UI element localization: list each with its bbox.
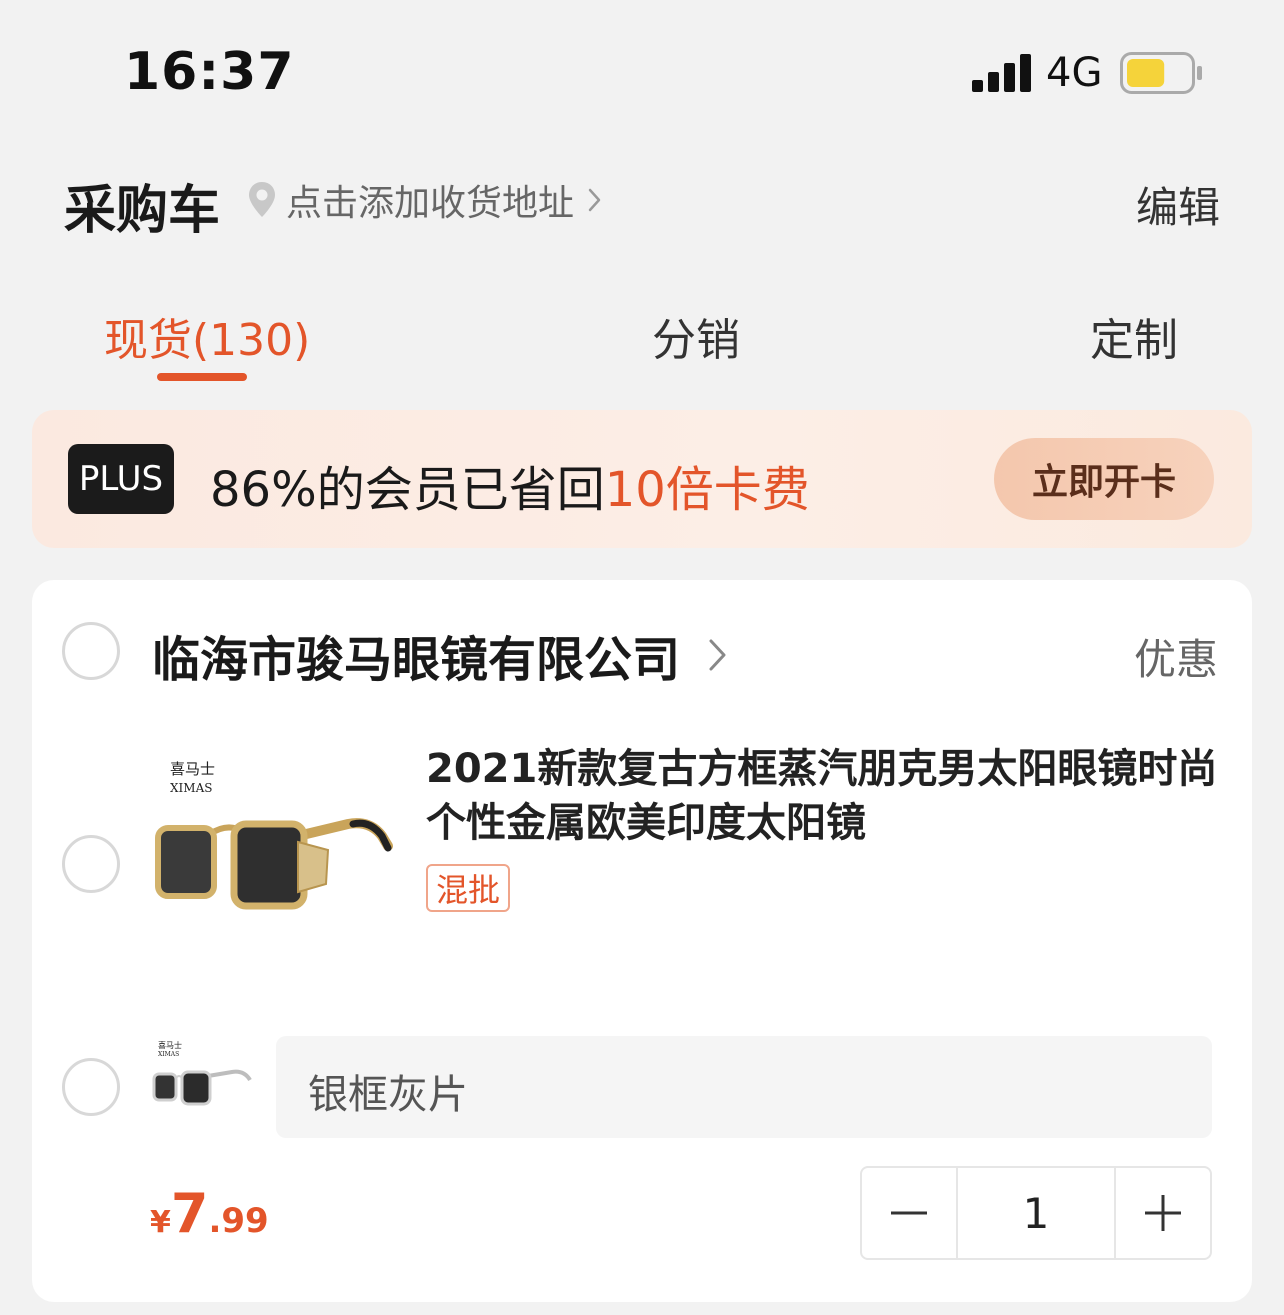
plus-promo-text: 86%的会员已省回10倍卡费: [210, 450, 810, 520]
minus-icon: [891, 1211, 927, 1215]
sku-thumbnail[interactable]: 喜马士 XIMAS: [148, 1034, 258, 1124]
plus-promo-highlight: 10倍卡费: [604, 462, 810, 518]
mixed-batch-tag: 混批: [426, 864, 511, 912]
svg-text:喜马士: 喜马士: [158, 1040, 182, 1050]
address-selector[interactable]: 点击添加收货地址: [246, 178, 608, 224]
product-title[interactable]: 2021新款复古方框蒸汽朋克男太阳眼镜时尚个性金属欧美印度太阳镜: [426, 742, 1226, 850]
sku-price: ¥7.99: [150, 1182, 269, 1245]
svg-text:XIMAS: XIMAS: [170, 781, 212, 795]
page-title: 采购车: [64, 181, 221, 241]
decrease-quantity-button[interactable]: [862, 1168, 956, 1258]
svg-text:喜马士: 喜马士: [170, 760, 215, 778]
increase-quantity-button[interactable]: [1116, 1168, 1210, 1258]
svg-text:XIMAS: XIMAS: [158, 1051, 179, 1058]
shop-select-radio[interactable]: [62, 622, 120, 680]
shop-name-link[interactable]: 临海市骏马眼镜有限公司: [152, 620, 730, 690]
network-type: 4G: [1046, 50, 1103, 96]
tab-active-indicator: [157, 373, 247, 381]
chevron-right-icon: [588, 188, 601, 212]
signal-icon: [972, 54, 1031, 92]
quantity-stepper: 1: [860, 1166, 1212, 1260]
tab-custom[interactable]: 定制: [1090, 304, 1178, 368]
product-select-radio[interactable]: [62, 835, 120, 893]
shop-name: 临海市骏马眼镜有限公司: [152, 632, 681, 688]
shop-discount-button[interactable]: 优惠: [1134, 626, 1218, 687]
plus-icon: [1145, 1195, 1181, 1231]
sku-spec-selector[interactable]: 银框灰片: [276, 1036, 1212, 1138]
sunglasses-thumb-image: 喜马士 XIMAS: [152, 1040, 252, 1106]
sku-select-radio[interactable]: [62, 1058, 120, 1116]
quantity-input[interactable]: 1: [956, 1168, 1116, 1258]
sunglasses-image: 喜马士 XIMAS: [155, 760, 393, 910]
status-bar: 16:37 4G: [0, 0, 1284, 150]
status-time: 16:37: [124, 42, 295, 102]
header: 采购车 点击添加收货地址 编辑: [0, 150, 1284, 250]
sku-spec-label: 银框灰片: [308, 1072, 468, 1118]
tab-bar: 现货(130) 分销 定制: [0, 290, 1284, 390]
price-currency: ¥: [150, 1205, 171, 1240]
plus-membership-banner[interactable]: PLUS 86%的会员已省回10倍卡费 立即开卡: [32, 410, 1252, 548]
plus-promo-prefix: 86%的会员已省回: [210, 462, 605, 518]
product-image[interactable]: 喜马士 XIMAS: [148, 744, 394, 980]
plus-badge: PLUS: [68, 444, 174, 514]
location-pin-icon: [249, 182, 275, 217]
edit-button[interactable]: 编辑: [1136, 174, 1220, 235]
open-card-button[interactable]: 立即开卡: [994, 438, 1214, 520]
price-integer: 7: [170, 1182, 209, 1245]
shop-card: 临海市骏马眼镜有限公司 优惠 喜马士 XIMAS 2021新款复古方框蒸汽朋克男…: [32, 580, 1252, 1302]
tab-in-stock[interactable]: 现货(130): [104, 304, 310, 368]
chevron-right-icon: [709, 639, 726, 671]
price-decimal: .99: [208, 1201, 269, 1241]
tab-distribution[interactable]: 分销: [652, 304, 740, 368]
battery-icon: [1120, 52, 1202, 94]
address-placeholder: 点击添加收货地址: [286, 183, 575, 224]
